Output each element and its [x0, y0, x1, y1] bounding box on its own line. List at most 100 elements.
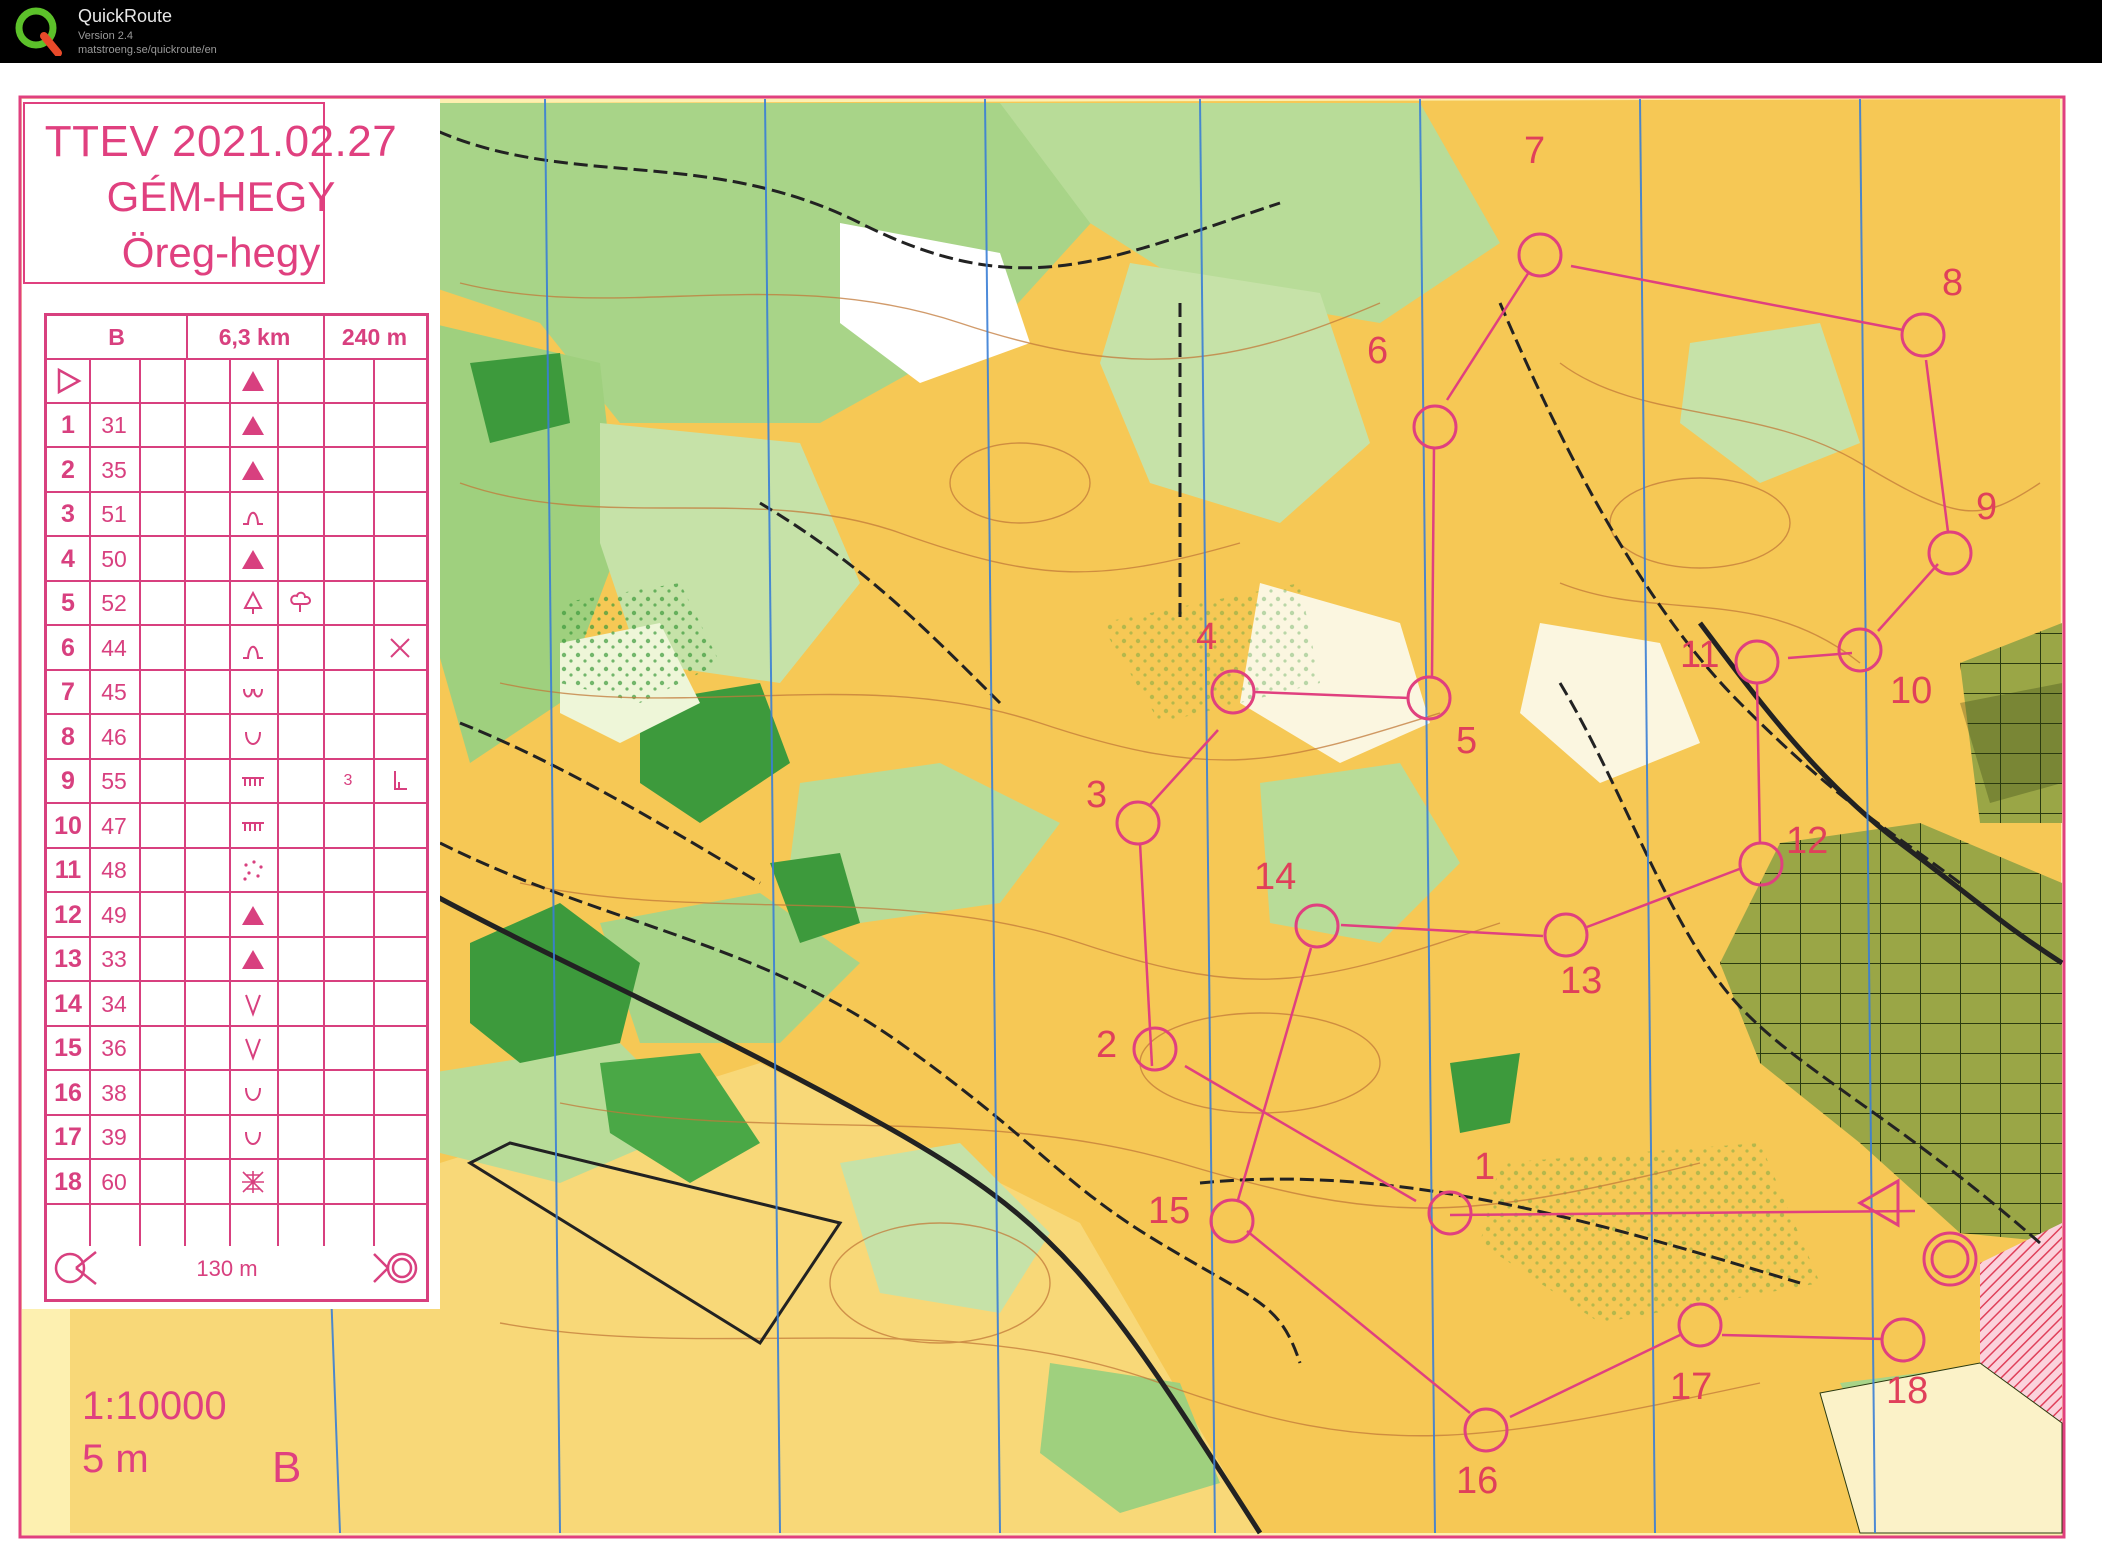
boulder-icon — [229, 894, 277, 936]
grid-line — [139, 360, 141, 1246]
start-triangle-icon — [47, 360, 89, 402]
control-number: 16 — [1456, 1460, 1498, 1502]
control-code: 52 — [101, 590, 127, 616]
description-row: 10 47 — [47, 805, 426, 849]
control-sequence: 3 — [61, 500, 75, 528]
control-number: 6 — [1367, 330, 1388, 372]
cliff-icon — [229, 805, 277, 847]
description-row: 12 49 — [47, 894, 426, 938]
control-code: 47 — [101, 812, 127, 839]
control-number: 8 — [1942, 262, 1963, 304]
depression-icon — [229, 1116, 277, 1158]
control-code: 46 — [101, 723, 127, 750]
depression-icon — [229, 716, 277, 758]
app-title-bar: QuickRoute Version 2.4 matstroeng.se/qui… — [0, 0, 2102, 63]
stony-icon — [229, 849, 277, 891]
boulder-icon — [229, 360, 277, 402]
control-sequence: 8 — [61, 722, 75, 751]
control-sequence: 11 — [54, 856, 82, 884]
control-sequence: 14 — [54, 989, 82, 1018]
finish-row: 130 m — [47, 1246, 426, 1296]
app-version: Version 2.4 — [78, 30, 134, 42]
description-row: 7 45 — [47, 671, 426, 715]
control-dimension: 3 — [343, 772, 353, 789]
description-row: 2 35 — [47, 449, 426, 493]
control-number: 15 — [1148, 1190, 1190, 1232]
grid-line — [229, 360, 231, 1246]
control-sequence: 17 — [54, 1123, 82, 1151]
control-sequence: 5 — [61, 589, 75, 617]
tree-icon — [229, 582, 277, 624]
control-sequence: 16 — [54, 1078, 82, 1107]
description-row: 9 55 3 — [47, 760, 426, 804]
description-row: 14 34 — [47, 983, 426, 1027]
control-number: 7 — [1524, 130, 1545, 172]
control-number: 9 — [1976, 486, 1997, 528]
control-code: 45 — [101, 679, 127, 705]
control-number: 5 — [1456, 720, 1477, 762]
description-row: 17 39 — [47, 1116, 426, 1160]
ruin-icon — [229, 1161, 277, 1203]
foot-icon — [373, 760, 426, 802]
control-code: 51 — [101, 501, 127, 527]
control-code: 39 — [101, 1124, 127, 1150]
bush-icon — [277, 582, 323, 624]
control-number: 10 — [1890, 670, 1932, 712]
control-code: 49 — [101, 901, 127, 928]
control-sequence: 6 — [61, 633, 75, 662]
map-scale: 1:10000 — [82, 1384, 227, 1428]
control-number: 14 — [1254, 856, 1296, 898]
map-viewport[interactable]: 1 2 3 4 5 6 7 8 9 10 11 12 13 14 15 16 1… — [0, 63, 2102, 1567]
depression-icon — [229, 1072, 277, 1114]
start-row — [47, 360, 426, 404]
quickroute-logo-icon — [15, 7, 62, 56]
grid-line — [184, 360, 186, 1246]
control-sequence: 10 — [54, 811, 82, 840]
control-sequence: 2 — [61, 455, 75, 484]
description-row: 16 38 — [47, 1072, 426, 1116]
control-sequence: 9 — [61, 767, 75, 795]
grid-line — [323, 360, 325, 1246]
boulder-icon — [229, 449, 277, 491]
finish-icon — [365, 1246, 425, 1288]
control-code: 50 — [101, 545, 127, 572]
description-row: 15 36 — [47, 1027, 426, 1071]
control-description-table: B 6,3 km 240 m 1 3 1 2 35 3 51 4 50 5 52 6 44 7 45 8 46 9… — [44, 313, 429, 1302]
control-code: 35 — [101, 456, 127, 483]
cross-icon — [373, 627, 426, 669]
control-sequence: 12 — [54, 900, 82, 929]
description-row: 18 60 — [47, 1161, 426, 1205]
control-code: 60 — [101, 1168, 127, 1195]
app-url[interactable]: matstroeng.se/quickroute/en — [78, 44, 217, 56]
description-row: 6 44 — [47, 627, 426, 671]
control-number: 13 — [1560, 960, 1602, 1002]
control-number: 17 — [1670, 1366, 1712, 1408]
control-sequence: 13 — [54, 945, 82, 973]
control-code: 31 — [101, 412, 127, 438]
gully-icon — [229, 1027, 277, 1069]
control-number: 2 — [1096, 1024, 1117, 1066]
control-sequence: 7 — [61, 678, 75, 706]
control-code: 36 — [101, 1035, 127, 1061]
gully-icon — [229, 983, 277, 1025]
grid-line — [277, 360, 279, 1246]
thick-vegetation — [1450, 1053, 1520, 1133]
control-sequence: 18 — [54, 1167, 82, 1196]
event-title: TTEV 2021.02.27 — [44, 117, 398, 166]
grid-line — [373, 360, 375, 1246]
control-sequence: 4 — [61, 544, 75, 573]
finish-distance: 130 m — [196, 1256, 258, 1281]
course-name: B — [108, 324, 125, 350]
boulder-icon — [229, 404, 277, 446]
control-sequence: 15 — [54, 1034, 82, 1062]
control-number: 1 — [1474, 1146, 1495, 1188]
control-number: 11 — [1680, 634, 1719, 676]
course-letter: B — [272, 1443, 302, 1492]
grid-line — [89, 360, 91, 1246]
description-header: B 6,3 km 240 m — [47, 316, 426, 360]
knoll-icon — [229, 627, 277, 669]
description-row: 5 52 — [47, 582, 426, 626]
area-title: GÉM-HEGY — [106, 173, 336, 220]
app-name: QuickRoute — [78, 6, 173, 26]
control-number: 4 — [1196, 616, 1217, 658]
